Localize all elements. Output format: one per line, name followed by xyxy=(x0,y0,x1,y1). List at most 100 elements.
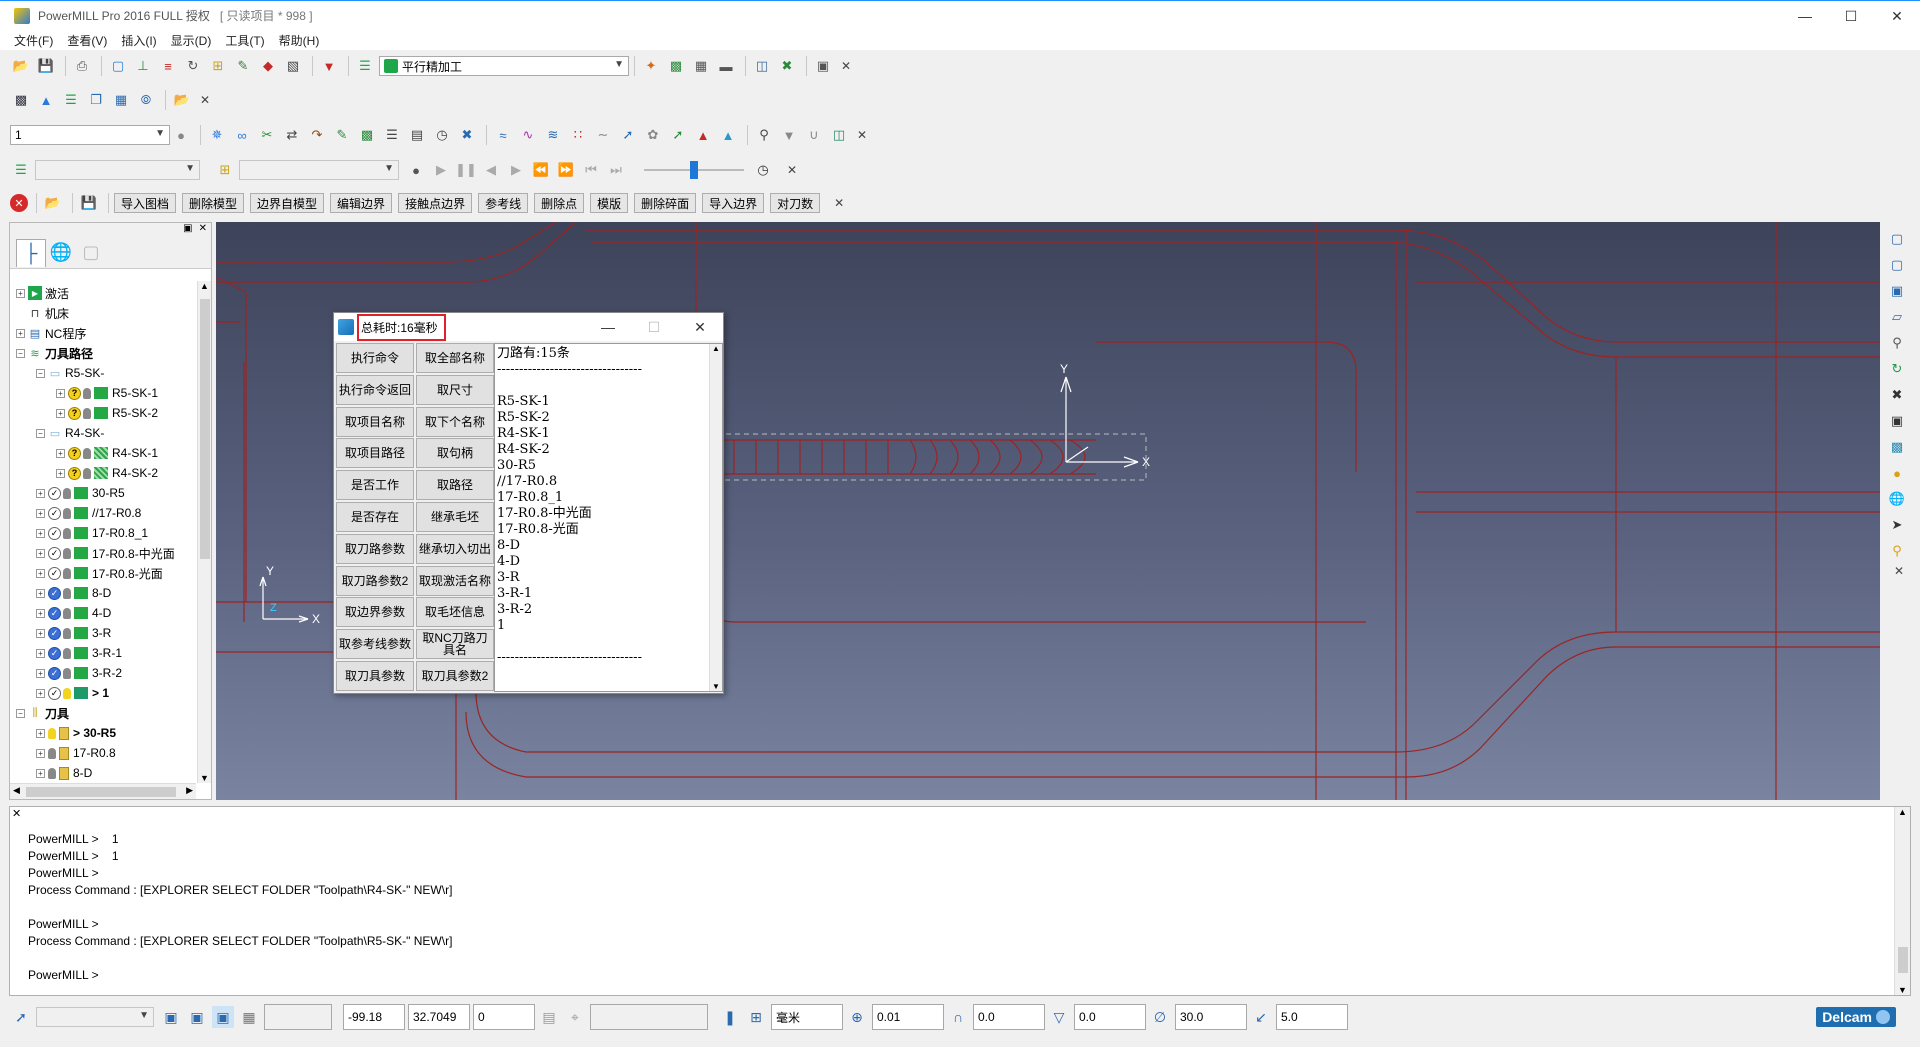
scroll-down-icon[interactable]: ▼ xyxy=(198,773,211,783)
zoom-fit-icon[interactable]: ✖ xyxy=(1886,384,1908,406)
import-boundary-button[interactable]: 导入边界 xyxy=(702,193,765,213)
menu-tools[interactable]: 工具(T) xyxy=(225,32,264,49)
save-icon[interactable]: 💾 xyxy=(35,55,57,77)
blue-hat-icon[interactable]: ▲ xyxy=(717,124,739,146)
machine-sim-icon[interactable]: ◫ xyxy=(828,124,850,146)
axial-thickness-icon[interactable]: ▽ xyxy=(1048,1006,1070,1028)
verify-icon[interactable]: ▩ xyxy=(665,55,687,77)
expand-icon[interactable]: + xyxy=(36,628,45,638)
menu-insert[interactable]: 插入(I) xyxy=(121,32,156,49)
feeds-icon[interactable]: ≡ xyxy=(157,55,179,77)
maximize-button[interactable]: ☐ xyxy=(1828,1,1874,31)
expand-icon[interactable]: + xyxy=(36,668,45,678)
edit-boundary-button[interactable]: 编辑边界 xyxy=(330,193,393,213)
go-start-icon[interactable]: ⏮ xyxy=(580,159,602,181)
cube-icon[interactable]: ▣ xyxy=(160,1006,182,1028)
node-icon[interactable]: ∼ xyxy=(592,124,614,146)
expand-icon[interactable]: + xyxy=(36,728,45,738)
workplane-status-icon[interactable]: ➚ xyxy=(10,1006,32,1028)
stepdown-field[interactable]: 5.0 xyxy=(1276,1004,1348,1030)
refresh-view-icon[interactable]: ↻ xyxy=(1886,358,1908,380)
dialog-command-button[interactable]: 取NC刀路刀具名 xyxy=(416,629,494,660)
speed-clock-icon[interactable]: ◷ xyxy=(752,159,774,181)
workplane-select[interactable]: ▼ xyxy=(36,1007,154,1027)
zoom-box-icon[interactable]: ▣ xyxy=(1886,410,1908,432)
play-icon[interactable]: ▶ xyxy=(430,159,452,181)
menu-help[interactable]: 帮助(H) xyxy=(279,32,320,49)
expand-icon[interactable]: + xyxy=(36,768,45,778)
dialog-command-button[interactable]: 取项目路径 xyxy=(336,438,414,469)
tool-status-icon[interactable]: ❚ xyxy=(719,1006,741,1028)
dialog-command-button[interactable]: 继承切入切出 xyxy=(416,533,494,564)
grid-icon[interactable]: ▦ xyxy=(238,1006,260,1028)
dialog-command-button[interactable]: 是否存在 xyxy=(336,502,414,532)
dialog-command-button[interactable]: 取全部名称 xyxy=(416,343,494,373)
chart-icon[interactable]: ▩ xyxy=(356,124,378,146)
tree-item[interactable]: + ✓ 3-R xyxy=(10,623,196,643)
snap-grid-icon[interactable]: ▤ xyxy=(538,1006,560,1028)
expand-icon[interactable]: + xyxy=(36,548,45,558)
units-field[interactable]: 毫米 xyxy=(771,1004,843,1030)
list-icon[interactable]: ☰ xyxy=(381,124,403,146)
tree-item[interactable]: +8-D xyxy=(10,763,196,783)
expand-icon[interactable]: + xyxy=(36,648,45,658)
expand-icon[interactable]: − xyxy=(16,708,25,718)
tree-item[interactable]: +? R4-SK-1 xyxy=(10,443,196,463)
axial-thickness-field[interactable]: 0.0 xyxy=(1074,1004,1146,1030)
shade-icon[interactable]: ● xyxy=(170,124,192,146)
open-project-icon[interactable]: 📂 xyxy=(10,55,32,77)
expand-icon[interactable]: − xyxy=(36,428,45,438)
toolbar3-close-icon[interactable]: ✕ xyxy=(857,128,867,142)
scroll-left-icon[interactable]: ◀ xyxy=(13,785,20,796)
tree-item[interactable]: + ✓ 3-R-1 xyxy=(10,643,196,663)
expand-icon[interactable]: − xyxy=(16,348,25,358)
toolbar4-close-icon[interactable]: ✕ xyxy=(787,163,797,177)
expand-icon[interactable]: + xyxy=(36,688,45,698)
new-folder-icon[interactable]: 📂 xyxy=(42,192,64,214)
tree-item[interactable]: + ✓ 4-D xyxy=(10,603,196,623)
dialog-command-button[interactable]: 取刀具参数2 xyxy=(416,661,494,691)
x-coordinate-field[interactable]: -99.18 xyxy=(343,1004,405,1030)
thickness-field[interactable]: 0.0 xyxy=(973,1004,1045,1030)
probe-icon[interactable]: ▼ xyxy=(778,124,800,146)
tool-setting-button[interactable]: 对刀数 xyxy=(770,193,821,213)
green-path-icon[interactable]: ➚ xyxy=(667,124,689,146)
import-model-button[interactable]: 导入图档 xyxy=(114,193,177,213)
expand-icon[interactable]: + xyxy=(36,508,45,518)
toolpath-strategy-icon[interactable]: ☰ xyxy=(354,55,376,77)
clock-icon[interactable]: ◷ xyxy=(431,124,453,146)
red-hat-icon[interactable]: ▲ xyxy=(692,124,714,146)
axis-icon[interactable]: ➚ xyxy=(617,124,639,146)
explorer-hscrollbar[interactable]: ◀ ▶ xyxy=(10,783,196,799)
expand-icon[interactable]: + xyxy=(16,288,25,298)
scroll-down-icon[interactable]: ▼ xyxy=(1895,985,1910,995)
machine-tool-icon[interactable]: ▩ xyxy=(10,89,32,111)
simulation-icon[interactable]: ✦ xyxy=(640,55,662,77)
dialog-command-button[interactable]: 取刀路参数 xyxy=(336,533,414,564)
expand-icon[interactable]: + xyxy=(16,328,25,338)
pause-icon[interactable]: ❚❚ xyxy=(455,159,477,181)
cut-icon[interactable]: ✂ xyxy=(256,124,278,146)
toolbar5-close-icon[interactable]: ✕ xyxy=(834,196,844,210)
thickness-icon[interactable]: ∩ xyxy=(947,1006,969,1028)
fixture-icon[interactable]: ∪ xyxy=(803,124,825,146)
view-top-icon[interactable]: ▣ xyxy=(1886,280,1908,302)
tree-item[interactable]: + ▶ 激活 xyxy=(10,283,196,303)
connect-icon[interactable]: ✵ xyxy=(206,124,228,146)
pattern-icon[interactable]: ☰ xyxy=(60,89,82,111)
tree-item[interactable]: +⊓机床 xyxy=(10,303,196,323)
expand-icon[interactable]: + xyxy=(56,388,65,398)
tab-explorer-web[interactable]: 🌐 xyxy=(46,239,76,267)
delete-cross-icon[interactable]: ✖ xyxy=(456,124,478,146)
level-select[interactable]: 1 ▼ xyxy=(10,125,170,145)
scroll-up-icon[interactable]: ▲ xyxy=(710,344,722,353)
tree-item[interactable]: + ✓ 3-R-2 xyxy=(10,663,196,683)
surface-icon[interactable]: ✿ xyxy=(642,124,664,146)
print-icon[interactable]: ⎙ xyxy=(71,55,93,77)
step-back-icon[interactable]: ◀ xyxy=(480,159,502,181)
dialog-command-button[interactable]: 是否工作 xyxy=(336,470,414,501)
scroll-up-icon[interactable]: ▲ xyxy=(1895,807,1910,817)
go-end-icon[interactable]: ⏭ xyxy=(605,159,627,181)
menu-view[interactable]: 查看(V) xyxy=(67,32,107,49)
delete-fragment-button[interactable]: 删除碎面 xyxy=(634,193,697,213)
